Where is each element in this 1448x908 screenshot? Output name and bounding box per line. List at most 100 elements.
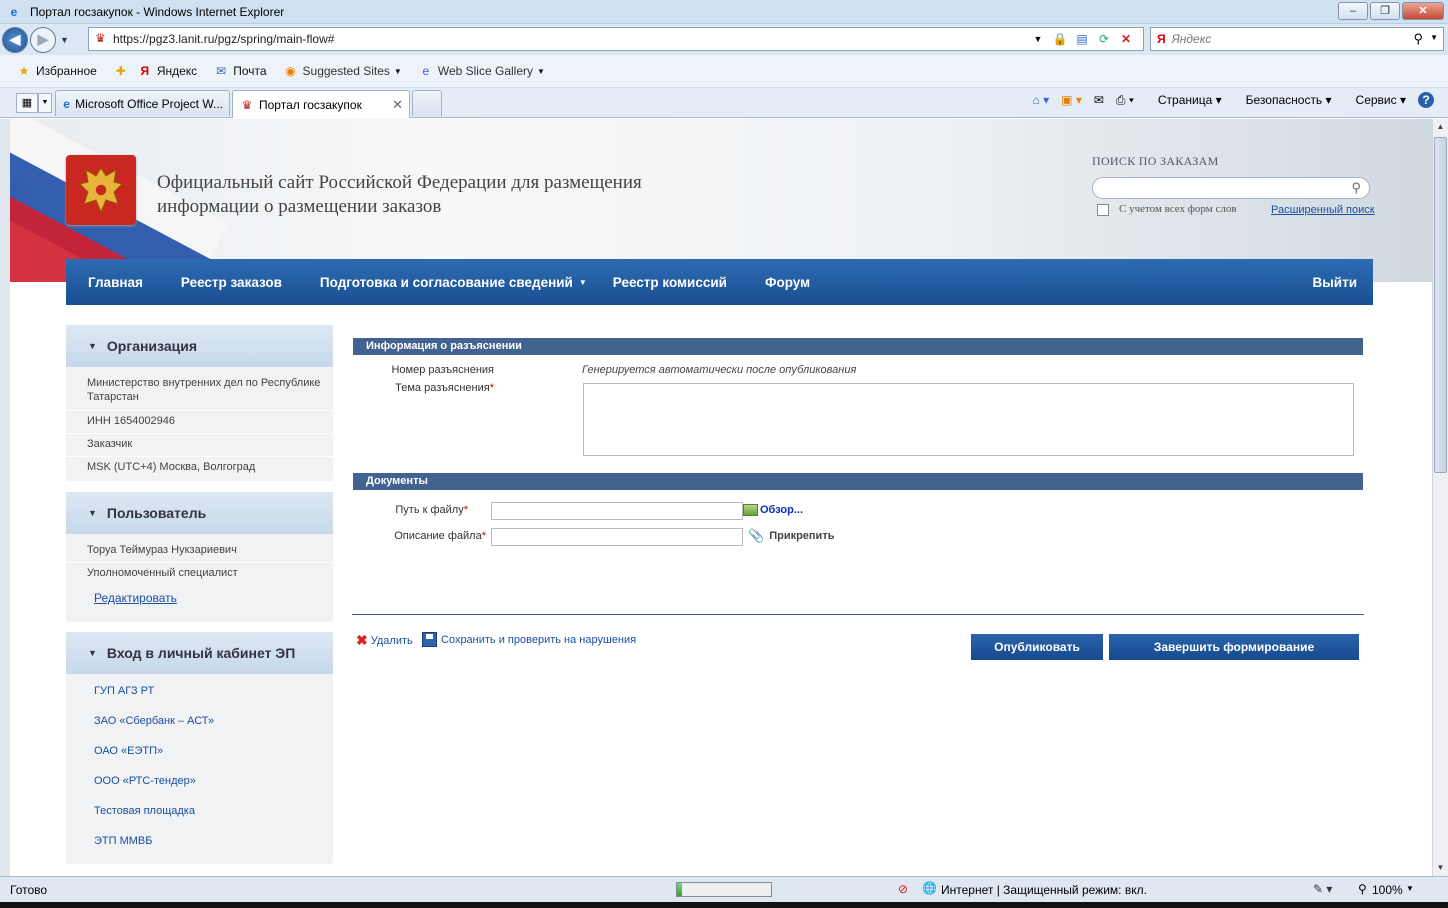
window-title: Портал госзакупок - Windows Internet Exp… [30,4,285,19]
favorite-yandex[interactable]: Я Яндекс [137,63,198,79]
scrollbar-thumb[interactable] [1434,137,1447,473]
feeds-icon[interactable]: ▣ ▾ [1061,93,1082,107]
search-icon[interactable]: ⚲ [1413,31,1423,47]
compatibility-view-icon[interactable]: ▤ [1071,30,1093,48]
security-zone-text[interactable]: Интернет | Защищенный режим: вкл. [941,883,1147,897]
folder-icon [743,504,758,516]
ep-link-etp-mmvb[interactable]: ЭТП ММВБ [94,835,152,847]
restore-button[interactable]: ❐ [1370,2,1400,20]
search-options-icon[interactable]: ▼ [1430,33,1438,42]
browser-search-field[interactable]: Я Яндекс ⚲ ▼ [1150,27,1444,51]
publish-button[interactable]: Опубликовать [971,634,1103,660]
tab-list-icon[interactable]: ▼ [38,93,52,113]
url-text[interactable]: https://pgz3.lanit.ru/pgz/spring/main-fl… [113,32,334,46]
scroll-down-icon[interactable]: ▼ [1433,860,1448,876]
new-tab-button[interactable] [412,90,442,116]
form-divider [352,614,1364,615]
favorite-suggested-sites[interactable]: ◉ Suggested Sites ▼ [283,63,402,79]
back-button[interactable]: ◀ [2,26,28,53]
mail-icon: ✉ [216,64,227,78]
attach-button[interactable]: 📎 Прикрепить [748,528,834,544]
yandex-icon: Я [140,64,150,78]
edit-profile-link[interactable]: Редактировать [94,591,177,605]
tab-portal[interactable]: ♛ Портал госзакупок ✕ [232,90,410,118]
browser-search-placeholder[interactable]: Яндекс [1172,32,1212,46]
organization-panel: ▼ Организация Министерство внутренних дел… [66,325,333,481]
refresh-icon[interactable]: ⟳ [1093,30,1115,48]
forward-button[interactable]: ▶ [30,26,56,53]
clarification-topic-textarea[interactable] [583,383,1354,456]
zoom-dropdown-icon[interactable]: ▼ [1406,884,1414,893]
file-path-label: Путь к файлу* [395,504,468,516]
add-favorites-icon[interactable]: ✚ [113,63,133,79]
quick-tabs-icon[interactable]: ▦ [16,93,38,113]
nav-preparation[interactable]: Подготовка и согласование сведений [320,275,573,290]
print-icon[interactable]: ⎙ ▾ [1116,93,1134,108]
clarification-info-section: Информация о разъяснении [353,338,1363,355]
all-word-forms-checkbox[interactable] [1097,204,1109,216]
help-icon[interactable]: ? [1418,92,1434,108]
page-menu[interactable]: Страница ▾ [1146,93,1222,107]
lock-icon[interactable]: 🔒 [1049,30,1071,48]
finish-forming-button[interactable]: Завершить формирование [1109,634,1359,660]
address-field[interactable]: ♛ https://pgz3.lanit.ru/pgz/spring/main-… [88,27,1144,51]
collapse-arrow-icon: ▼ [88,508,97,518]
favorite-mail[interactable]: ✉ Почта [213,63,266,79]
save-and-check-link[interactable]: Сохранить и проверить на нарушения [422,632,636,647]
address-bar-row: ◀ ▶ ▼ ♛ https://pgz3.lanit.ru/pgz/spring… [0,24,1448,55]
zoom-level[interactable]: 100% [1372,883,1403,897]
nav-home[interactable]: Главная [88,275,143,290]
read-mail-icon[interactable]: ✉ [1094,93,1104,107]
file-description-input[interactable] [491,528,743,546]
clarification-topic-label: Тема разъяснения* [395,382,494,394]
logout-link[interactable]: Выйти [1313,275,1358,290]
chevron-down-icon[interactable]: ▼ [579,278,587,287]
home-icon[interactable]: ⌂ ▾ [1033,93,1050,107]
favorite-web-slice-gallery[interactable]: e Web Slice Gallery ▼ [418,63,545,79]
save-icon [422,632,437,647]
advanced-search-link[interactable]: Расширенный поиск [1271,204,1375,216]
close-window-button[interactable]: ✕ [1402,2,1444,20]
star-icon: ★ [18,64,30,78]
clarification-number-label: Номер разъяснения [391,364,494,376]
user-header[interactable]: ▼ Пользователь [66,492,333,534]
stop-icon[interactable]: ✕ [1115,30,1137,48]
history-dropdown-icon[interactable]: ▼ [60,35,69,45]
org-inn: ИНН 1654002946 [87,415,176,427]
favorites-button[interactable]: ★ Избранное [16,63,97,79]
nav-commissions-registry[interactable]: Реестр комиссий [613,275,727,290]
ep-link-test-platform[interactable]: Тестовая площадка [94,805,195,817]
org-timezone: MSK (UTC+4) Москва, Волгоград [87,461,256,473]
user-name: Торуа Теймураз Нукзариевич [87,544,237,556]
popup-blocked-icon[interactable]: ⊘ [898,882,908,896]
ie-icon: e [63,96,70,111]
protected-mode-icon[interactable]: ✎ ▾ [1313,882,1332,896]
clarification-number-value: Генерируется автоматически после опублик… [582,364,857,376]
browse-button[interactable]: Обзор... [743,504,803,516]
left-gutter [0,119,10,876]
page-load-progress [676,882,772,897]
order-search-input[interactable]: ⚲ [1092,177,1370,199]
minimize-button[interactable]: – [1338,2,1368,20]
delete-link[interactable]: ✖ Удалить [356,632,413,649]
file-path-input[interactable] [491,502,743,520]
ep-link-rts-tender[interactable]: ООО «РТС-тендер» [94,775,196,787]
nav-forum[interactable]: Форум [765,275,810,290]
ep-link-gup-agz-rt[interactable]: ГУП АГЗ РТ [94,685,154,697]
ep-link-sberbank-ast[interactable]: ЗАО «Сбербанк – АСТ» [94,715,214,727]
ep-cabinet-header[interactable]: ▼ Вход в личный кабинет ЭП [66,632,333,674]
zoom-icon[interactable]: ⚲ [1358,882,1367,896]
url-dropdown-icon[interactable]: ▼ [1027,30,1049,48]
ie-icon: e [10,4,18,19]
order-search-label: ПОИСК ПО ЗАКАЗАМ [1092,154,1219,168]
tools-menu[interactable]: Сервис ▾ [1344,93,1406,107]
organization-header[interactable]: ▼ Организация [66,325,333,367]
vertical-scrollbar[interactable]: ▲ ▼ [1432,119,1448,876]
close-tab-icon[interactable]: ✕ [392,97,403,113]
safety-menu[interactable]: Безопасность ▾ [1234,93,1332,107]
scroll-up-icon[interactable]: ▲ [1433,119,1448,135]
nav-orders-registry[interactable]: Реестр заказов [181,275,282,290]
ep-link-eetp[interactable]: ОАО «ЕЭТП» [94,745,163,757]
search-icon[interactable]: ⚲ [1351,180,1361,196]
tab-ms-project[interactable]: e Microsoft Office Project W... [55,90,230,116]
